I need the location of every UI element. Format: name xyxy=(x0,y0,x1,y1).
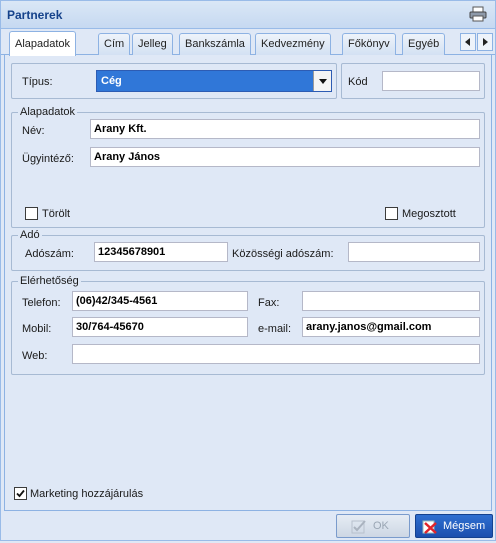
tab-panel-alapadatok: Típus: Cég Kód Alapadatok Név: Arany Kft… xyxy=(4,55,492,511)
kozossegi-adoszam-input[interactable] xyxy=(348,242,480,262)
kod-input[interactable] xyxy=(382,71,480,91)
email-label: e-mail: xyxy=(258,323,292,335)
tipus-label: Típus: xyxy=(22,76,53,88)
kozossegi-adoszam-label: Közösségi adószám: xyxy=(232,248,334,260)
marketing-label: Marketing hozzájárulás xyxy=(30,488,144,500)
tab-alapadatok[interactable]: Alapadatok xyxy=(9,31,77,56)
marketing-checkbox[interactable] xyxy=(14,487,27,500)
elerhetoseg-group: Elérhetőség Telefon: (06)42/345-4561 Fax… xyxy=(11,275,485,375)
tipus-select[interactable]: Cég xyxy=(96,70,332,92)
print-icon[interactable] xyxy=(469,6,487,22)
checkmark-icon xyxy=(16,489,25,498)
mobil-label: Mobil: xyxy=(22,323,52,335)
kod-label: Kód xyxy=(348,76,368,88)
adoszam-label: Adószám: xyxy=(25,248,74,260)
dropdown-arrow-icon[interactable] xyxy=(313,71,331,91)
megosztott-checkbox[interactable] xyxy=(385,207,398,220)
web-input[interactable] xyxy=(72,344,480,364)
telefon-input[interactable]: (06)42/345-4561 xyxy=(72,291,248,311)
elerhetoseg-legend: Elérhetőség xyxy=(18,275,81,287)
fax-label: Fax: xyxy=(258,297,280,309)
torolt-checkbox[interactable] xyxy=(25,207,38,220)
ok-check-icon xyxy=(351,519,367,535)
tab-egyeb[interactable]: Egyéb xyxy=(402,33,446,55)
tab-kedvezmeny[interactable]: Kedvezmény xyxy=(255,33,331,55)
tab-strip: Alapadatok Cím Jelleg Bankszámla Kedvezm… xyxy=(1,29,495,56)
alapadatok-group: Alapadatok Név: Arany Kft. Ügyintéző: Ar… xyxy=(11,106,485,228)
torolt-label: Törölt xyxy=(42,208,71,220)
cancel-button[interactable]: Mégsem xyxy=(415,514,493,538)
ok-button[interactable]: OK xyxy=(336,514,410,538)
fax-input[interactable] xyxy=(302,291,480,311)
megosztott-label: Megosztott xyxy=(402,208,456,220)
nev-label: Név: xyxy=(22,125,45,137)
cancel-icon xyxy=(422,519,438,535)
alapadatok-legend: Alapadatok xyxy=(18,106,78,118)
ok-label: OK xyxy=(373,520,389,532)
telefon-label: Telefon: xyxy=(22,297,61,309)
email-input[interactable]: arany.janos@gmail.com xyxy=(302,317,480,337)
cancel-label: Mégsem xyxy=(443,520,486,532)
tab-fokonyv[interactable]: Főkönyv xyxy=(342,33,396,55)
tab-scroll-left-icon[interactable] xyxy=(460,33,476,51)
partner-window: Partnerek Alapadatok Cím Jelleg Bankszám… xyxy=(0,0,496,541)
tab-cim[interactable]: Cím xyxy=(98,33,131,55)
tipus-value: Cég xyxy=(101,75,122,87)
mobil-input[interactable]: 30/764-45670 xyxy=(72,317,248,337)
window-title: Partnerek xyxy=(7,8,63,22)
ugyintezo-label: Ügyintéző: xyxy=(22,153,74,165)
nev-input[interactable]: Arany Kft. xyxy=(90,119,480,139)
adoszam-input[interactable]: 12345678901 xyxy=(94,242,228,262)
web-label: Web: xyxy=(22,350,48,362)
tipus-group: Típus: Cég xyxy=(11,63,337,99)
ado-group: Adó Adószám: 12345678901 Közösségi adósz… xyxy=(11,229,485,271)
tab-scroll-right-icon[interactable] xyxy=(477,33,493,51)
tab-bankszamla[interactable]: Bankszámla xyxy=(179,33,251,55)
ugyintezo-input[interactable]: Arany János xyxy=(90,147,480,167)
title-bar: Partnerek xyxy=(1,1,495,29)
ado-legend: Adó xyxy=(18,229,42,241)
kod-group: Kód xyxy=(341,63,485,99)
tab-jelleg[interactable]: Jelleg xyxy=(132,33,173,55)
